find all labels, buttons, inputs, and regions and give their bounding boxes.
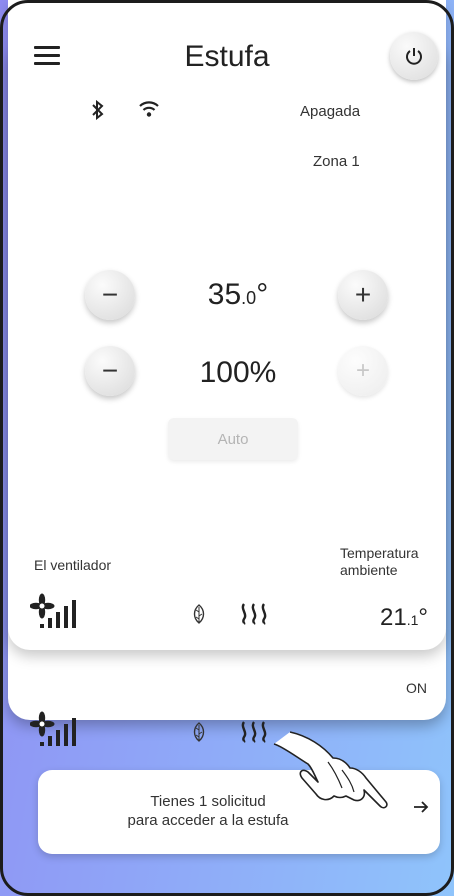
page-title: Estufa [184, 40, 270, 73]
tap-hand-icon [273, 731, 388, 809]
wifi-icon [139, 101, 159, 117]
secondary-state-text: ON [406, 680, 427, 696]
temperature-setpoint: 35.0° [158, 278, 318, 312]
power-level-increase-button[interactable]: + [338, 346, 388, 396]
bluetooth-icon [92, 100, 104, 120]
auto-button[interactable]: Auto [168, 418, 298, 460]
power-button[interactable] [390, 32, 438, 80]
temperature-unit: ° [256, 278, 269, 311]
temperature-decrease-button[interactable]: − [85, 270, 135, 320]
fan-label: El ventilador [34, 557, 112, 573]
stove-state-text: Apagada [300, 103, 361, 120]
heat-icon [241, 603, 267, 625]
fan-level-icon [30, 593, 76, 628]
arrow-right-icon [414, 801, 429, 813]
ambient-temperature-value: 21.1° [380, 604, 428, 631]
fan-level-icon [30, 711, 76, 746]
temperature-increase-button[interactable]: + [338, 270, 388, 320]
zone-text: Zona 1 [313, 153, 360, 170]
ambient-temperature-label: Temperatura ambiente [340, 545, 419, 578]
power-level-value: 100% [199, 356, 277, 389]
leaf-icon [193, 604, 205, 624]
temperature-main: 35 [207, 278, 242, 311]
power-level-decrease-button[interactable]: − [85, 346, 135, 396]
stove-card: Estufa Apagada Zona 1 − 35.0° + − 100% +… [8, 0, 446, 650]
temperature-decimal: .0 [241, 288, 257, 308]
leaf-icon [193, 722, 205, 742]
power-icon [406, 48, 422, 65]
